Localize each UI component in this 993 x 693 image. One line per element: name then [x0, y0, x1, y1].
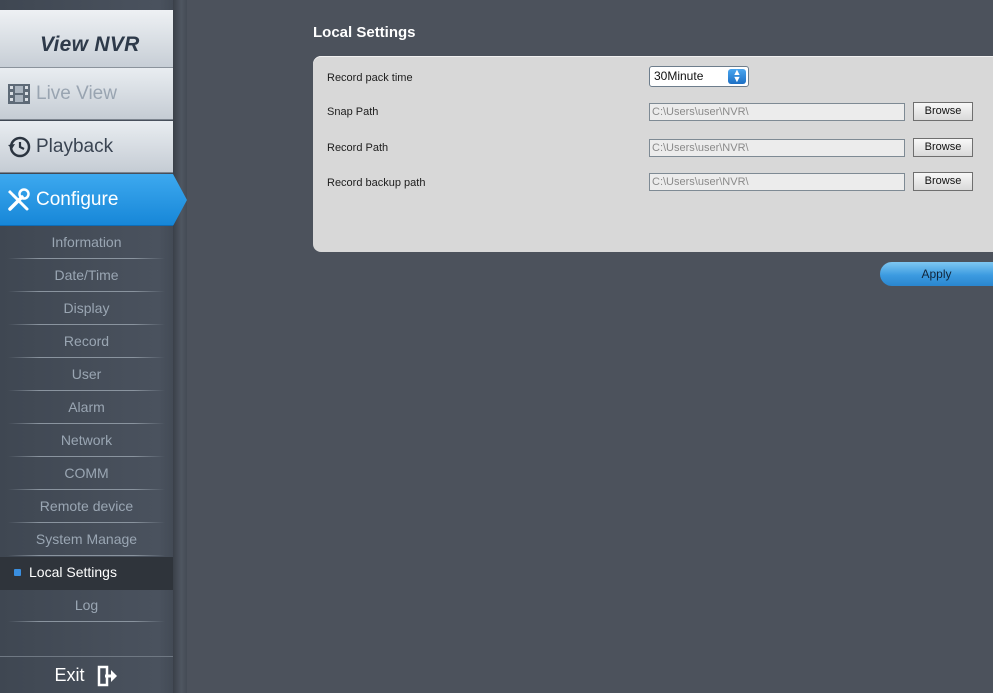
nav-live-view[interactable]: Live View — [0, 68, 173, 120]
nav-configure-label: Configure — [36, 188, 119, 210]
app-window: View NVR Live View Playback Configure In… — [0, 0, 993, 693]
exit-arrow-icon — [97, 665, 117, 686]
record-backup-path-label: Record backup path — [327, 177, 426, 189]
submenu-item-local-settings[interactable]: Local Settings — [0, 557, 173, 590]
snap-path-browse-button[interactable]: Browse — [913, 102, 973, 121]
submenu-item-network[interactable]: Network — [0, 425, 173, 458]
history-clock-icon — [8, 136, 31, 157]
sidebar-edge — [173, 0, 187, 693]
submenu-item-information[interactable]: Information — [0, 227, 173, 260]
record-pack-time-label: Record pack time — [327, 72, 413, 84]
active-indicator — [14, 569, 21, 577]
film-icon — [8, 83, 30, 104]
record-pack-time-value: 30Minute — [654, 69, 704, 83]
record-pack-time-select[interactable]: 30Minute ▲ ▼ — [649, 66, 749, 87]
tools-icon — [8, 187, 30, 211]
nav-playback-label: Playback — [36, 135, 114, 157]
record-path-label: Record Path — [327, 142, 389, 154]
settings-panel: Record pack time 30Minute ▲▼ Snap Path B… — [313, 56, 993, 252]
apply-button[interactable]: Apply — [880, 262, 993, 286]
brand-panel: View NVR — [0, 10, 173, 68]
submenu-item-alarm[interactable]: Alarm — [0, 392, 173, 425]
nav-live-view-label: Live View — [36, 82, 117, 104]
record-backup-path-input[interactable] — [649, 173, 905, 191]
snap-path-label: Snap Path — [327, 106, 379, 118]
submenu-item-record[interactable]: Record — [0, 326, 173, 359]
submenu-item-user[interactable]: User — [0, 359, 173, 392]
select-arrows-icon: ▲ ▼ — [728, 68, 746, 84]
page-title: Local Settings — [313, 24, 416, 41]
app-title: View NVR — [40, 33, 140, 56]
record-backup-path-browse-button[interactable]: Browse — [913, 172, 973, 191]
config-submenu: Information Date/Time Display Record Use… — [0, 227, 173, 623]
exit-label: Exit — [54, 665, 85, 685]
nav-playback[interactable]: Playback — [0, 121, 173, 173]
submenu-item-log[interactable]: Log — [0, 590, 173, 623]
record-path-input[interactable] — [649, 139, 905, 157]
snap-path-input[interactable] — [649, 103, 905, 121]
record-path-browse-button[interactable]: Browse — [913, 138, 973, 157]
submenu-item-system-manage[interactable]: System Manage — [0, 524, 173, 557]
submenu-item-display[interactable]: Display — [0, 293, 173, 326]
exit-button[interactable]: Exit — [0, 656, 173, 693]
nav-configure[interactable]: Configure — [0, 174, 187, 226]
submenu-item-remote-device[interactable]: Remote device — [0, 491, 173, 524]
submenu-item-comm[interactable]: COMM — [0, 458, 173, 491]
submenu-item-date-time[interactable]: Date/Time — [0, 260, 173, 293]
